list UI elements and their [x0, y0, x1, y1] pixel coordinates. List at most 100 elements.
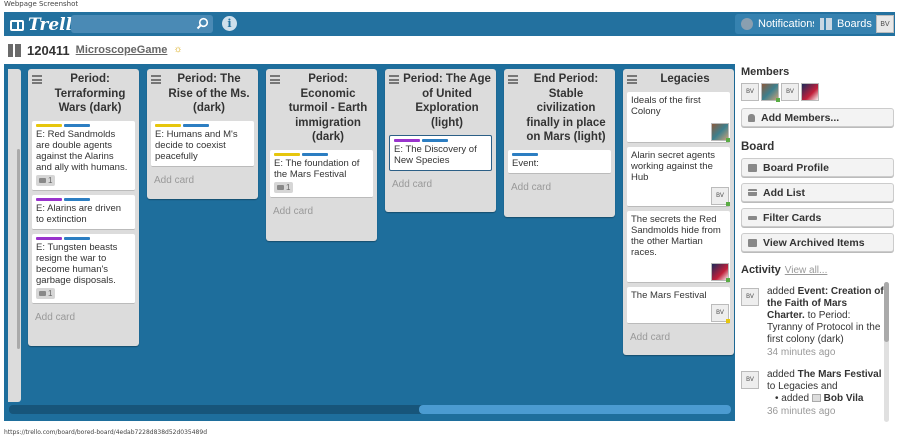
member-avatar[interactable]: BV: [711, 186, 730, 206]
board-heading: Board: [741, 141, 775, 153]
members-heading: Members: [741, 66, 790, 78]
list-scrollbar[interactable]: [17, 149, 20, 349]
user-avatar[interactable]: BV: [876, 15, 894, 33]
comment-icon: [39, 177, 46, 183]
list-menu-icon[interactable]: [389, 75, 399, 84]
add-card-link[interactable]: Add card: [32, 308, 135, 327]
comment-badge: 1: [36, 287, 56, 299]
board-canvas: Period: Terraforming Wars (dark) E: Red …: [4, 64, 735, 421]
card-text: The secrets the Red Sandmolds hide from …: [631, 213, 721, 258]
view-all-link[interactable]: View all...: [785, 265, 828, 276]
card[interactable]: Event:: [508, 149, 611, 174]
notifications-button[interactable]: Notifications: [735, 14, 824, 34]
add-members-button[interactable]: Add Members...: [741, 108, 894, 127]
member-mini-avatar: [811, 394, 821, 403]
card[interactable]: The secrets the Red Sandmolds hide from …: [627, 210, 730, 283]
card[interactable]: E: The foundation of the Mars Festival 1: [270, 149, 373, 198]
info-icon[interactable]: i: [222, 16, 237, 31]
list-menu-icon[interactable]: [627, 75, 637, 84]
search-icon[interactable]: [196, 17, 209, 30]
comment-count: 1: [286, 182, 291, 192]
activity-verb: added: [767, 286, 798, 297]
card[interactable]: Alarin secret agents working against the…: [627, 146, 730, 207]
member-avatar[interactable]: BV: [711, 303, 730, 323]
activity-item: BV added The Mars Festival to Legacies a…: [741, 369, 884, 418]
purple-label: [394, 139, 420, 142]
board-icon: [8, 43, 21, 57]
card[interactable]: E: Red Sandmolds are double agents again…: [32, 120, 135, 191]
view-archived-label: View Archived Items: [763, 236, 865, 249]
list-menu-icon[interactable]: [151, 75, 161, 84]
view-archived-button[interactable]: View Archived Items: [741, 233, 894, 252]
member-avatar[interactable]: BV: [741, 371, 759, 389]
list-icon: [748, 189, 757, 196]
subscribe-icon[interactable]: ☼: [173, 45, 183, 55]
add-card-link[interactable]: Add card: [627, 328, 730, 347]
status-dot: [776, 98, 780, 102]
person-icon: [748, 113, 755, 122]
member-name[interactable]: Bob Vila: [824, 393, 864, 404]
card-text: E: Red Sandmolds are double agents again…: [36, 128, 128, 173]
board-profile-button[interactable]: Board Profile: [741, 158, 894, 177]
activity-card-link[interactable]: The Mars Festival: [798, 369, 882, 380]
list-title[interactable]: Period: The Age of United Exploration (l…: [402, 72, 492, 130]
member-avatar[interactable]: BV: [781, 83, 799, 101]
blue-label: [302, 152, 328, 156]
board-name-link[interactable]: MicroscopeGame: [76, 44, 168, 56]
activity-scrollbar[interactable]: [884, 282, 889, 422]
activity-bullet: • added Bob Vila: [767, 393, 884, 405]
add-card-link[interactable]: Add card: [270, 202, 373, 221]
add-card-link[interactable]: Add card: [389, 175, 492, 194]
board-number: 120411: [27, 42, 70, 58]
board-horizontal-scrollbar[interactable]: [9, 405, 731, 414]
archive-icon: [748, 238, 757, 247]
card[interactable]: The Mars Festival BV: [627, 286, 730, 324]
card[interactable]: Ideals of the first Colony: [627, 91, 730, 143]
list-title[interactable]: Period: Economic turmoil - Earth immigra…: [283, 72, 373, 145]
list-menu-icon[interactable]: [270, 75, 280, 84]
scrollbar-thumb[interactable]: [419, 405, 731, 414]
blue-label: [183, 123, 209, 127]
comment-icon: [277, 184, 284, 190]
boards-icon: [820, 18, 832, 30]
scrollbar-thumb[interactable]: [884, 282, 889, 342]
member-avatar[interactable]: [711, 122, 730, 142]
add-card-link[interactable]: Add card: [151, 171, 254, 190]
member-avatar[interactable]: [711, 262, 730, 282]
filter-cards-button[interactable]: Filter Cards: [741, 208, 894, 227]
boards-label: Boards: [837, 18, 872, 30]
card-text: Alarin secret agents working against the…: [631, 149, 715, 183]
search-input[interactable]: [71, 15, 213, 33]
notifications-label: Notifications: [758, 18, 818, 30]
board-profile-label: Board Profile: [763, 161, 829, 174]
member-avatar[interactable]: [761, 83, 780, 102]
card[interactable]: E: Alarins are driven to extinction: [32, 194, 135, 230]
list-menu-icon[interactable]: [508, 75, 518, 84]
add-list-button[interactable]: Add List: [741, 183, 894, 202]
boards-button[interactable]: Boards: [814, 14, 878, 34]
activity-verb: added: [767, 369, 798, 380]
activity-time: 34 minutes ago: [767, 347, 836, 358]
list-title[interactable]: End Period: Stable civilization finally …: [521, 72, 611, 145]
card[interactable]: E: The Discovery of New Species: [389, 135, 492, 171]
card-text: Ideals of the first Colony: [631, 94, 701, 117]
member-avatar[interactable]: BV: [741, 83, 759, 101]
list-title[interactable]: Legacies: [640, 72, 730, 87]
list-menu-icon[interactable]: [32, 75, 42, 84]
member-avatar[interactable]: [801, 83, 819, 101]
board-profile-icon: [748, 163, 757, 172]
comment-badge: 1: [36, 174, 56, 186]
card[interactable]: E: Humans and M's decide to coexist peac…: [151, 120, 254, 167]
card[interactable]: E: Tungsten beasts resign the war to bec…: [32, 233, 135, 304]
list-title[interactable]: Period: Terraforming Wars (dark): [45, 72, 135, 116]
card-text: Event:: [512, 157, 539, 169]
board-title-row: 120411 MicroscopeGame ☼: [8, 41, 183, 59]
member-avatar[interactable]: BV: [741, 288, 759, 306]
add-card-link[interactable]: Add card: [508, 178, 611, 197]
list-title[interactable]: Period: The Rise of the Ms. (dark): [164, 72, 254, 116]
page-url: https://trello.com/board/bored-board/4ed…: [4, 429, 208, 436]
purple-label: [36, 236, 62, 240]
list-rise-of-ms: Period: The Rise of the Ms. (dark) E: Hu…: [147, 69, 258, 199]
purple-label: [36, 197, 62, 201]
card-text: E: The Discovery of New Species: [394, 144, 477, 166]
